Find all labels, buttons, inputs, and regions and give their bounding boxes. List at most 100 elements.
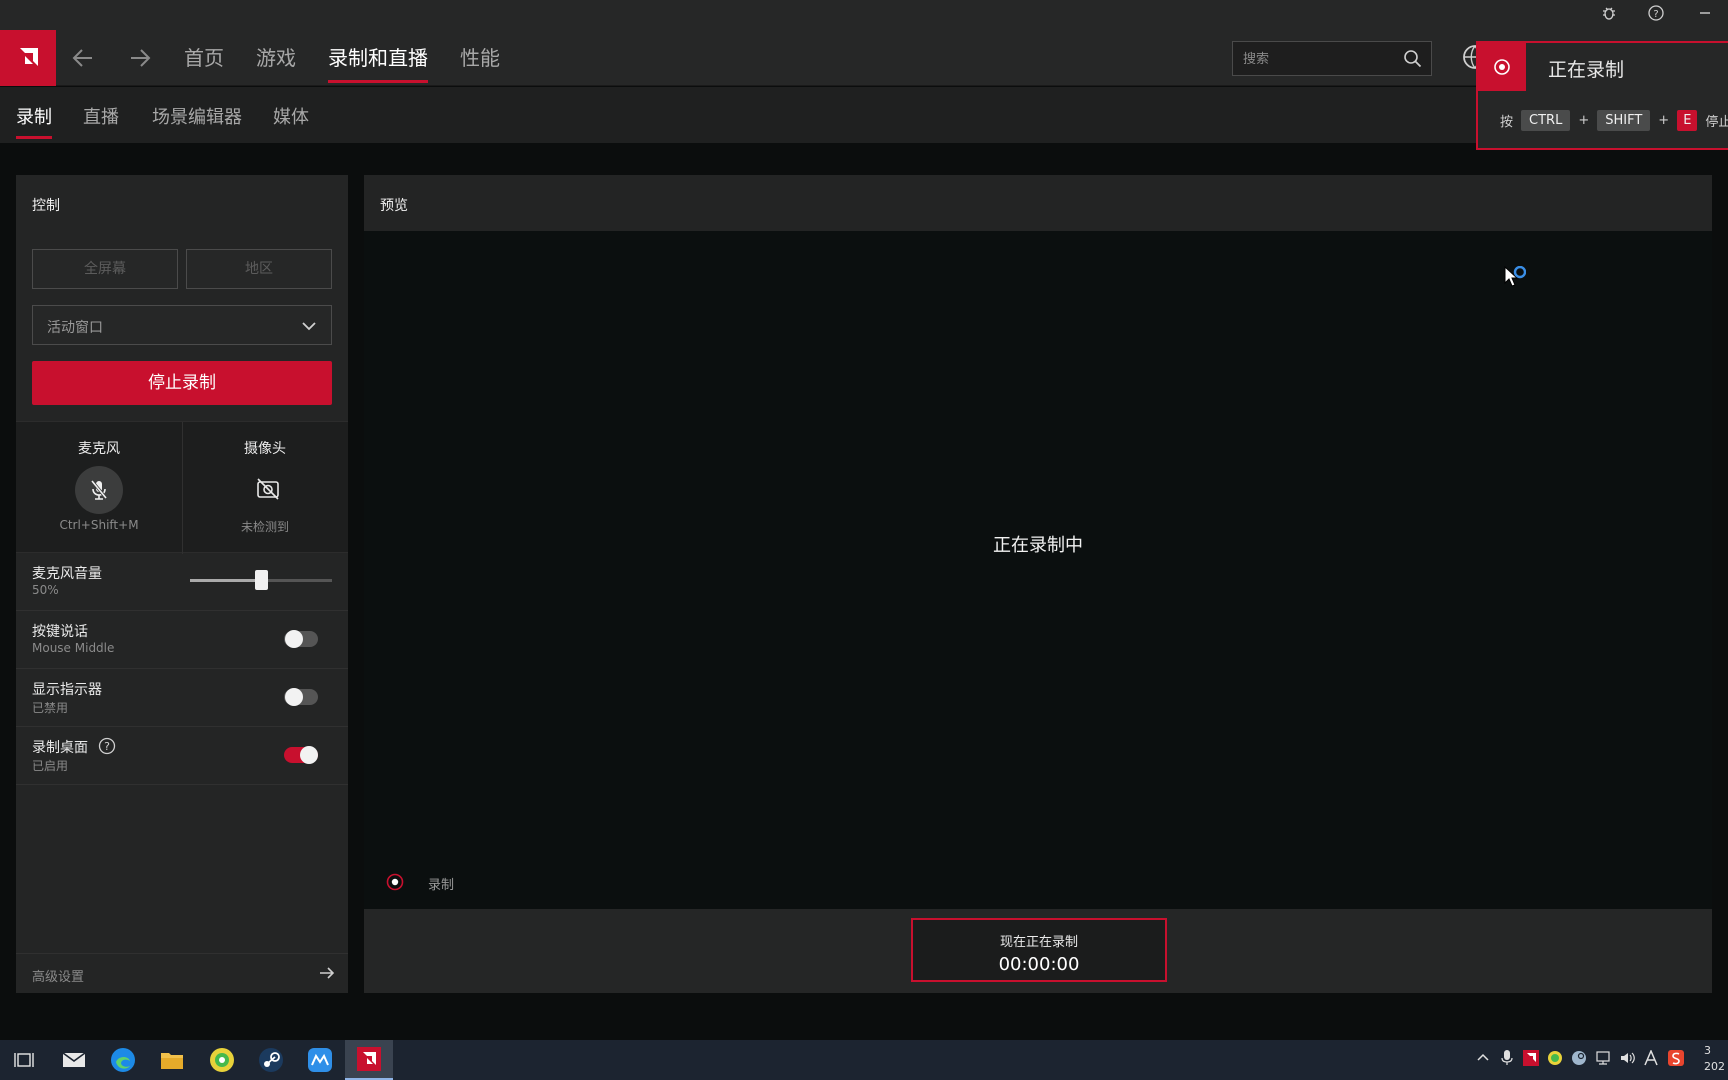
input-method-icon[interactable] xyxy=(1642,1049,1660,1070)
subnav-scene-editor[interactable]: 场景编辑器 xyxy=(152,103,242,129)
help-icon[interactable]: ? xyxy=(1645,5,1667,25)
arrow-right-icon xyxy=(320,967,335,979)
record-indicator-label: 录制 xyxy=(428,878,455,893)
recording-status-text: 正在录制中 xyxy=(993,535,1083,556)
nav-record-stream[interactable]: 录制和直播 xyxy=(328,44,428,72)
mouse-cursor-busy-icon xyxy=(1504,266,1526,287)
mail-icon[interactable] xyxy=(50,1040,98,1080)
camera-status: 未检测到 xyxy=(240,520,289,534)
bug-icon[interactable] xyxy=(1598,5,1620,25)
mic-volume-label: 麦克风音量 xyxy=(32,566,102,582)
sogou-ime-icon[interactable] xyxy=(1667,1050,1685,1070)
push-to-talk-toggle[interactable] xyxy=(284,630,318,648)
chevron-up-icon[interactable] xyxy=(1474,1050,1492,1070)
tray-microphone-icon[interactable] xyxy=(1498,1050,1516,1070)
steam-icon[interactable] xyxy=(247,1040,295,1080)
microphone-muted-icon xyxy=(90,480,108,500)
capture-source-value: 活动窗口 xyxy=(47,320,103,336)
plus-sign: + xyxy=(1658,112,1670,128)
subnav-record[interactable]: 录制 xyxy=(16,103,52,129)
push-to-talk-key: Mouse Middle xyxy=(32,641,115,655)
preview-title: 预览 xyxy=(364,175,1712,231)
toggle-knob xyxy=(285,630,303,648)
camera-title: 摄像头 xyxy=(244,441,286,457)
recording-timer-label: 现在正在录制 xyxy=(999,935,1078,950)
toggle-knob xyxy=(285,688,303,706)
plus-sign: + xyxy=(1578,112,1590,128)
volume-icon[interactable] xyxy=(1618,1050,1636,1070)
main-navbar: 首页 游戏 录制和直播 性能 xyxy=(0,30,1728,86)
forward-arrow-icon[interactable] xyxy=(129,44,151,78)
amd-icon[interactable] xyxy=(345,1040,393,1080)
record-desktop-toggle[interactable] xyxy=(284,746,318,764)
record-badge-icon xyxy=(1478,43,1526,91)
help-circle-icon[interactable]: ? xyxy=(98,737,116,755)
game-app-icon[interactable] xyxy=(198,1040,246,1080)
push-to-talk-label: 按键说话 xyxy=(32,624,88,640)
control-panel-title: 控制 xyxy=(32,198,60,214)
advanced-settings-row[interactable]: 高级设置 xyxy=(16,953,348,993)
toast-shortcut-line: 按 CTRL + SHIFT + E 停止录 xyxy=(1500,107,1728,133)
show-indicator-toggle[interactable] xyxy=(284,688,318,706)
camera-off-icon[interactable] xyxy=(255,476,281,502)
clock-time: 3 xyxy=(1704,1044,1711,1057)
tray-amd-icon[interactable] xyxy=(1522,1050,1540,1070)
capture-source-dropdown[interactable]: 活动窗口 xyxy=(32,305,332,345)
taskbar: 3 202 xyxy=(0,1040,1728,1080)
network-icon[interactable] xyxy=(1594,1050,1612,1070)
svg-text:?: ? xyxy=(1653,9,1658,20)
mic-volume-slider-fill xyxy=(190,579,261,582)
nav-active-underline xyxy=(328,80,428,83)
file-explorer-icon[interactable] xyxy=(148,1040,196,1080)
system-clock[interactable]: 3 202 xyxy=(1704,1043,1725,1075)
show-indicator-status: 已禁用 xyxy=(32,701,69,715)
record-desktop-row: 录制桌面 ? 已启用 xyxy=(16,727,348,785)
stop-recording-button[interactable]: 停止录制 xyxy=(32,361,332,405)
edge-icon[interactable] xyxy=(99,1040,147,1080)
toast-action-label: 停止录 xyxy=(1705,114,1728,130)
toast-press-label: 按 xyxy=(1500,114,1514,130)
preview-footer: 现在正在录制 00:00:00 xyxy=(364,909,1712,993)
recording-timer-box: 现在正在录制 00:00:00 xyxy=(911,918,1167,982)
task-view-icon[interactable] xyxy=(0,1040,48,1080)
recording-toast: 正在录制 按 CTRL + SHIFT + E 停止录 xyxy=(1476,41,1728,150)
mic-volume-slider-thumb[interactable] xyxy=(254,570,268,590)
key-e: E xyxy=(1677,109,1698,131)
subnav-active-underline xyxy=(16,136,52,139)
advanced-settings-label: 高级设置 xyxy=(32,970,85,985)
search-input[interactable] xyxy=(1243,48,1393,70)
mic-volume-value: 50% xyxy=(32,583,59,597)
nav-performance[interactable]: 性能 xyxy=(460,44,500,72)
tray-steam-icon[interactable] xyxy=(1570,1050,1588,1070)
key-shift: SHIFT xyxy=(1597,109,1651,131)
window-titlebar: ? xyxy=(0,0,1728,30)
control-panel: 控制 全屏幕 地区 活动窗口 停止录制 麦克风 Ctrl+Shift+M 摄像头… xyxy=(16,175,348,993)
nav-games[interactable]: 游戏 xyxy=(256,44,296,72)
show-indicator-label: 显示指示器 xyxy=(32,682,102,698)
microphone-toggle-button[interactable] xyxy=(75,466,123,514)
clock-date: 202 xyxy=(1704,1060,1725,1073)
chevron-down-icon xyxy=(302,322,316,331)
minimize-icon[interactable] xyxy=(1694,5,1716,25)
maxthon-icon[interactable] xyxy=(296,1040,344,1080)
nav-home[interactable]: 首页 xyxy=(184,44,224,72)
svg-text:?: ? xyxy=(104,740,110,753)
tray-game-app-icon[interactable] xyxy=(1546,1050,1564,1070)
record-desktop-status: 已启用 xyxy=(32,759,69,773)
show-indicator-row: 显示指示器 已禁用 xyxy=(16,669,348,727)
microphone-shortcut: Ctrl+Shift+M xyxy=(59,518,139,532)
record-indicator-icon xyxy=(386,873,404,891)
sub-navbar: 录制 直播 场景编辑器 媒体 xyxy=(0,87,1728,143)
toggle-knob xyxy=(300,746,318,764)
amd-logo[interactable] xyxy=(0,30,56,86)
search-box[interactable] xyxy=(1232,41,1432,76)
back-arrow-icon[interactable] xyxy=(72,44,94,78)
subnav-stream[interactable]: 直播 xyxy=(83,103,119,129)
push-to-talk-row: 按键说话 Mouse Middle xyxy=(16,611,348,669)
microphone-title: 麦克风 xyxy=(78,441,120,457)
search-icon[interactable] xyxy=(1403,49,1423,69)
subnav-media[interactable]: 媒体 xyxy=(273,103,309,129)
devices-section: 麦克风 Ctrl+Shift+M 摄像头 未检测到 xyxy=(16,421,348,554)
fullscreen-button[interactable]: 全屏幕 xyxy=(32,249,178,289)
region-button[interactable]: 地区 xyxy=(186,249,332,289)
